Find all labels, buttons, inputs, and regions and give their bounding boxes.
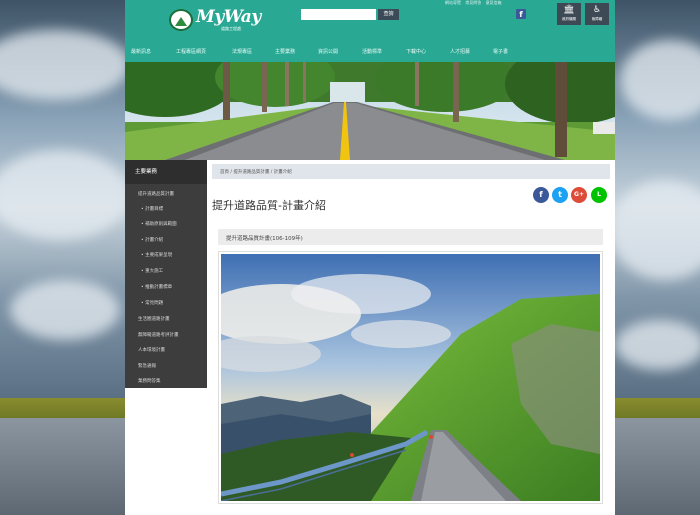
certification-badges: 🏛 政府機關 ♿ 無障礙 <box>557 3 611 25</box>
breadcrumb-text[interactable]: 首頁 / 提升道路品質計畫 / 計畫介紹 <box>220 169 292 175</box>
sidebar-item[interactable]: 業務問答集 <box>138 378 161 384</box>
sidebar-subitem[interactable]: • 補助原則與範圍 <box>141 221 177 227</box>
web-page: MyWay 道路工程處 查詢 網站導覽 常見問答 意見信箱 f 🏛 政府機關 ♿ 無… <box>125 0 615 515</box>
nav-item[interactable]: 電子書 <box>493 48 508 55</box>
site-logo[interactable]: MyWay 道路工程處 <box>169 6 263 34</box>
sidebar-subitem[interactable]: • 推動計畫標章 <box>141 284 172 290</box>
sidebar-subitem[interactable]: • 計畫介紹 <box>141 237 163 243</box>
google-plus-icon[interactable]: G+ <box>571 187 587 203</box>
site-header: MyWay 道路工程處 查詢 網站導覽 常見問答 意見信箱 f 🏛 政府機關 ♿ 無… <box>125 0 615 42</box>
mountain-emblem-icon <box>169 9 193 31</box>
sidebar-subitem[interactable]: • 常見問題 <box>141 300 163 306</box>
badge-label: 無障礙 <box>591 17 603 21</box>
facebook-icon[interactable]: f <box>516 9 526 19</box>
brand-subtitle: 道路工程處 <box>221 26 241 31</box>
badge-label: 政府機關 <box>562 17 576 21</box>
sidebar-item[interactable]: 人本環境計畫 <box>138 347 165 353</box>
nav-item[interactable]: 活動標準 <box>362 48 382 55</box>
twitter-icon[interactable]: t <box>552 187 568 203</box>
facebook-icon[interactable]: f <box>533 187 549 203</box>
top-link[interactable]: 網站導覽 <box>445 0 461 5</box>
building-icon[interactable]: 🏛 政府機關 <box>557 3 581 25</box>
nav-item[interactable]: 法規專區 <box>232 48 252 55</box>
top-link[interactable]: 意見信箱 <box>486 0 502 5</box>
sidebar-item[interactable]: 無障礙道路考評計畫 <box>138 332 179 338</box>
accessibility-icon[interactable]: ♿ 無障礙 <box>585 3 609 25</box>
sidebar-item[interactable]: 提升道路品質計畫 <box>138 191 174 197</box>
section-title: 提升道路品質計畫(106-109年) <box>226 236 303 242</box>
hero-banner <box>125 62 615 160</box>
top-link[interactable]: 常見問答 <box>465 0 481 5</box>
line-icon[interactable]: L <box>591 187 607 203</box>
breadcrumb: 首頁 / 提升道路品質計畫 / 計畫介紹 <box>212 164 610 179</box>
main-nav: 最新訊息 工程專區網頁 法規專區 主要業務 資訊公開 活動標準 下載中心 人才招… <box>125 42 615 62</box>
page-title: 提升道路品質-計畫介紹 <box>212 199 326 212</box>
mountain-road-photo <box>218 251 603 504</box>
nav-item[interactable]: 人才招募 <box>450 48 470 55</box>
nav-item[interactable]: 工程專區網頁 <box>176 48 206 55</box>
section-header: 提升道路品質計畫(106-109年) <box>218 229 603 245</box>
sidebar-item[interactable]: 生活圈道路計畫 <box>138 316 170 322</box>
nav-item[interactable]: 主要業務 <box>275 48 295 55</box>
sidebar-menu: 主要業務 提升道路品質計畫 • 計畫目標 • 補助原則與範圍 • 計畫介紹 • … <box>125 160 207 388</box>
brand-name: MyWay <box>196 7 261 27</box>
nav-item[interactable]: 下載中心 <box>406 48 426 55</box>
sidebar-subitem[interactable]: • 主要成果呈現 <box>141 252 172 258</box>
sidebar-title: 主要業務 <box>125 160 207 184</box>
sidebar-subitem[interactable]: • 重大施工 <box>141 268 163 274</box>
sidebar-subitem[interactable]: • 計畫目標 <box>141 206 163 212</box>
search-button[interactable]: 查詢 <box>378 9 399 20</box>
search-input[interactable] <box>301 9 376 20</box>
sidebar-item[interactable]: 緊急通報 <box>138 363 156 369</box>
nav-item[interactable]: 最新訊息 <box>131 48 151 55</box>
utility-links: 網站導覽 常見問答 意見信箱 <box>445 0 505 6</box>
nav-item[interactable]: 資訊公開 <box>318 48 338 55</box>
